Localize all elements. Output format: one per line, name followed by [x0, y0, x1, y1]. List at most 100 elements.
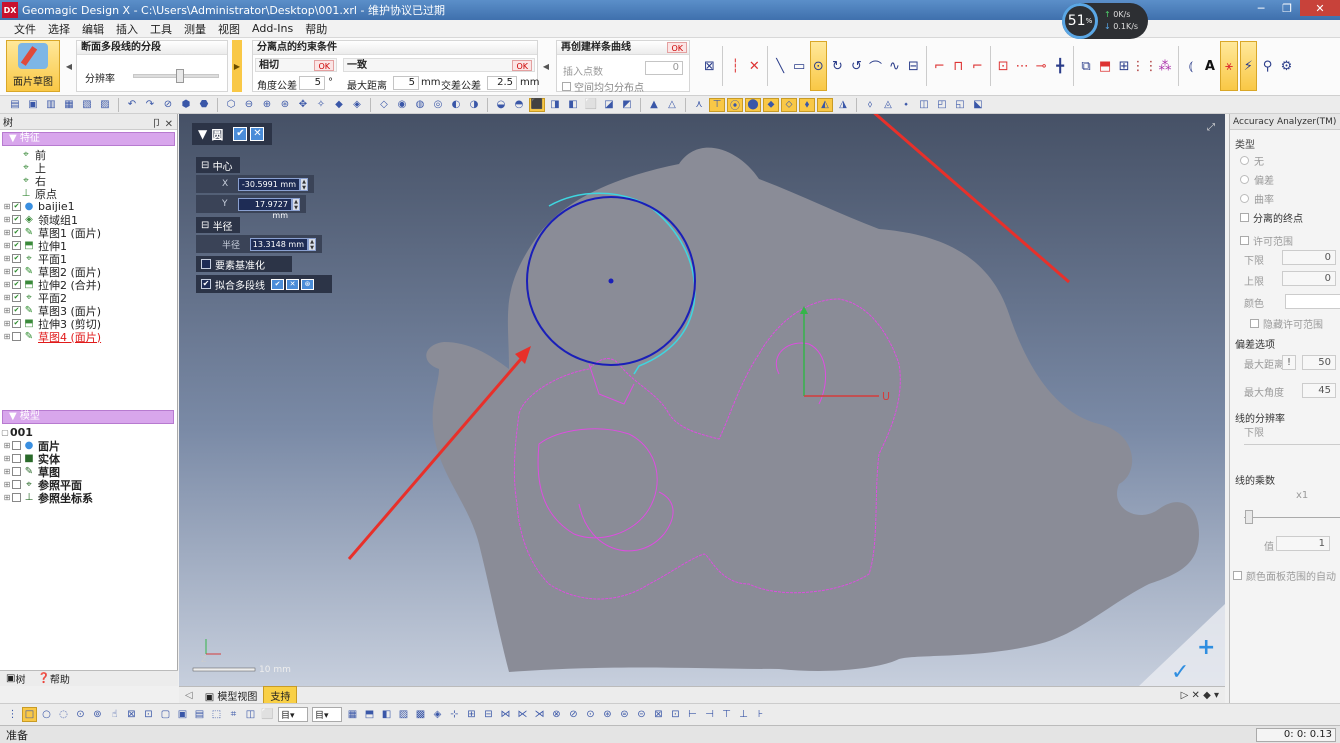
toolbar-tool-icon[interactable]: ⊕ [259, 98, 275, 112]
toolbar-tool-icon[interactable]: ⬕ [970, 98, 986, 112]
angle-tolerance-input[interactable]: 5 [299, 76, 325, 90]
toolbar-tool-icon[interactable]: ▨ [97, 98, 113, 112]
model-tree-item[interactable]: ⊞ ✎ 草图 [0, 465, 176, 479]
resolution-track[interactable] [1244, 444, 1340, 445]
center-y-input[interactable]: 17.9727 mm [238, 198, 292, 220]
toolbar-tool-icon[interactable]: ⬛ [529, 97, 545, 112]
radius-spinner[interactable]: ▲ ▼ [308, 238, 316, 251]
menu-file[interactable]: 文件 [8, 21, 42, 37]
circle-tool-icon[interactable]: ⊙ [809, 41, 827, 91]
selection-tool-icon[interactable]: ⊠ [651, 707, 666, 722]
lower-limit-input[interactable]: 0 [1282, 250, 1336, 265]
tree-expand-icon[interactable]: ⊞ [2, 306, 12, 315]
fit-preview-icon[interactable]: ⊛ [301, 278, 314, 290]
visibility-checkbox[interactable] [12, 454, 21, 463]
toolbar-tool-icon[interactable]: ⬢ [178, 98, 194, 112]
filter-dropdown[interactable]: 目▾ [312, 707, 342, 722]
spline-ok-badge[interactable]: OK [667, 42, 687, 53]
visibility-checkbox[interactable] [12, 441, 21, 450]
convert-icon[interactable]: ⧉ [1078, 56, 1095, 76]
toolbar-tool-icon[interactable]: ✧ [313, 98, 329, 112]
fit-reject-icon[interactable]: ✕ [286, 278, 299, 290]
tab-tree[interactable]: ▣ 树 [0, 671, 31, 686]
selection-tool-icon[interactable]: ⊠ [124, 707, 139, 722]
toolbar-tool-icon[interactable]: ▥ [43, 98, 59, 112]
menu-view[interactable]: 视图 [212, 21, 246, 37]
menu-addins[interactable]: Add-Ins [246, 22, 299, 35]
selection-tool-icon[interactable]: ▣ [175, 707, 190, 722]
selection-tool-icon[interactable]: ⬜ [260, 707, 275, 722]
hide-tolerance-option[interactable]: 隐藏许可范围 [1250, 316, 1323, 331]
extend-icon[interactable]: ⊸ [1033, 56, 1050, 76]
max-angle-input[interactable]: 45 [1302, 383, 1336, 398]
3d-viewport[interactable]: U Z 10 mm + ✓ ⤢ [179, 114, 1225, 686]
selection-tool-icon[interactable]: ⊘ [566, 707, 581, 722]
toolbar-tool-icon[interactable]: ⦿ [727, 97, 743, 112]
toolbar-tool-icon[interactable]: ▦ [61, 98, 77, 112]
mesh-fit-icon[interactable]: ⊠ [701, 56, 718, 76]
selection-tool-icon[interactable]: ▤ [192, 707, 207, 722]
radius-input[interactable]: 13.3148 mm [250, 238, 308, 251]
tree-expand-icon[interactable]: ⊞ [2, 241, 12, 250]
network-widget[interactable]: 51% ↑ 0K/s ↓ 0.1K/s [1062, 3, 1148, 39]
line-icon[interactable]: ╲ [772, 56, 789, 76]
uniform-points-option[interactable]: 空间均匀分布点 [562, 79, 644, 94]
selection-tool-icon[interactable]: ⊞ [464, 707, 479, 722]
trim-icon[interactable]: ⋯ [1014, 56, 1031, 76]
feature-tree-item[interactable]: ⊞ ✔ ⬒ 拉伸2 (合并) [0, 278, 177, 292]
auto-constraint-icon[interactable]: ⚡ [1239, 41, 1257, 91]
delete-icon[interactable]: ✕ [746, 56, 763, 76]
menu-select[interactable]: 选择 [42, 21, 76, 37]
visibility-checkbox[interactable]: ✔ [12, 280, 21, 289]
selection-tool-icon[interactable]: ○ [39, 707, 54, 722]
offset-icon[interactable]: ⊡ [995, 56, 1012, 76]
insert-points-input[interactable]: 0 [645, 61, 683, 75]
center-section[interactable]: ⊟ 中心 [196, 157, 240, 173]
mesh-sketch-button[interactable]: 面片草图 [6, 40, 60, 92]
tree-expand-icon[interactable]: ⊞ [2, 293, 12, 302]
visibility-checkbox[interactable]: ✔ [12, 228, 21, 237]
visibility-checkbox[interactable]: ✔ [12, 254, 21, 263]
selection-tool-icon[interactable]: ⌗ [226, 707, 241, 722]
visibility-checkbox[interactable] [12, 332, 21, 341]
toolbar-tool-icon[interactable]: ▤ [7, 98, 23, 112]
model-tree-item[interactable]: ⊞ ■ 实体 [0, 452, 176, 466]
toolbar-tool-icon[interactable]: ⊖ [241, 98, 257, 112]
toolbar-tool-icon[interactable]: ◐ [448, 98, 464, 112]
menu-help[interactable]: 帮助 [299, 21, 333, 37]
chamfer-icon[interactable]: ⊓ [950, 56, 967, 76]
max-distance-right-input[interactable]: 50 [1302, 355, 1336, 370]
center-x-spinner[interactable]: ▲ ▼ [300, 178, 308, 191]
selection-tool-icon[interactable]: ◌ [56, 707, 71, 722]
toolbar-tool-icon[interactable]: ▧ [79, 98, 95, 112]
model-tree-item[interactable]: ⊞ ● 面片 [0, 439, 176, 453]
collapse-right-icon[interactable]: ▶ [232, 40, 242, 92]
selection-tool-icon[interactable]: ⊚ [90, 707, 105, 722]
tree-expand-icon[interactable]: ⊞ [2, 332, 12, 341]
selection-tool-icon[interactable]: ⬚ [209, 707, 224, 722]
text-icon[interactable]: A [1201, 56, 1218, 76]
toolbar-tool-icon[interactable]: ▲ [646, 98, 662, 112]
feature-tree-item[interactable]: ⊞ ✔ ⬒ 拉伸1 [0, 239, 177, 253]
coincident-ok-badge[interactable]: OK [512, 60, 532, 71]
collapse-left-icon[interactable]: ◀ [64, 40, 74, 92]
visibility-checkbox[interactable] [12, 493, 21, 502]
maximize-icon[interactable]: ❐ [1274, 0, 1300, 16]
feature-tree-item[interactable]: ⌖ 上 [0, 161, 177, 175]
selection-tool-icon[interactable]: ⊤ [719, 707, 734, 722]
slot-icon[interactable]: ⊟ [905, 56, 922, 76]
split-icon[interactable]: ╋ [1052, 56, 1069, 76]
feature-tree-item[interactable]: ⌖ 前 [0, 148, 177, 162]
selection-tool-icon[interactable]: ⊙ [583, 707, 598, 722]
upper-limit-input[interactable]: 0 [1282, 271, 1336, 286]
menu-measure[interactable]: 测量 [178, 21, 212, 37]
toolbar-tool-icon[interactable]: ◮ [835, 98, 851, 112]
tab-model-view[interactable]: ▣ 模型视图 [199, 687, 264, 704]
toolbar-tool-icon[interactable]: ⬩ [898, 98, 914, 112]
feature-tree-item[interactable]: ⊥ 原点 [0, 187, 177, 201]
tree-expand-icon[interactable]: ⊞ [2, 441, 12, 450]
toolbar-tool-icon[interactable]: ◱ [952, 98, 968, 112]
tree-expand-icon[interactable]: ⊞ [2, 454, 12, 463]
fit-accept-icon[interactable]: ✔ [271, 278, 284, 290]
rectangle-icon[interactable]: ▭ [791, 56, 808, 76]
